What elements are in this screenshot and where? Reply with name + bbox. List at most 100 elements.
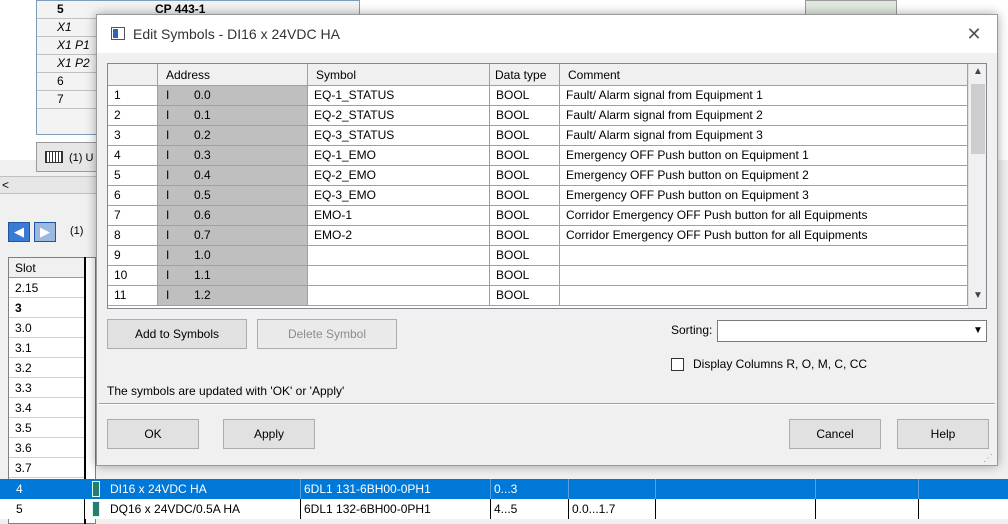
table-row[interactable]: 6 I 0.5 EQ-3_EMO BOOL Emergency OFF Push … (108, 186, 968, 206)
data-type-cell[interactable]: BOOL (490, 126, 560, 146)
add-to-symbols-button[interactable]: Add to Symbols (107, 319, 247, 349)
data-type-cell[interactable]: BOOL (490, 146, 560, 166)
table-row[interactable]: 8 I 0.7 EMO-2 BOOL Corridor Emergency OFF… (108, 226, 968, 246)
module-name: DQ16 x 24VDC/0.5A HA (110, 502, 241, 516)
table-row[interactable]: 2 I 0.1 EQ-2_STATUS BOOL Fault/ Alarm sig… (108, 106, 968, 126)
comment-cell[interactable] (560, 246, 968, 266)
display-columns-checkbox[interactable] (671, 358, 684, 371)
table-row[interactable]: 1 I 0.0 EQ-1_STATUS BOOL Fault/ Alarm sig… (108, 86, 968, 106)
cancel-button[interactable]: Cancel (789, 419, 881, 449)
resize-grip-icon[interactable]: ⋰ (983, 453, 995, 465)
slot-cell[interactable]: 3.6 (9, 438, 85, 458)
table-row[interactable]: 7 I 0.6 EMO-1 BOOL Corridor Emergency OFF… (108, 206, 968, 226)
slot-cell[interactable]: 3.5 (9, 418, 85, 438)
column-header-symbol[interactable]: Symbol (308, 64, 490, 86)
data-type-cell[interactable]: BOOL (490, 266, 560, 286)
column-header-comment[interactable]: Comment (560, 64, 968, 86)
symbol-cell[interactable]: EQ-2_EMO (308, 166, 490, 186)
module-order-number: 6DL1 132-6BH00-0PH1 (304, 502, 431, 516)
symbol-cell[interactable]: EQ-3_EMO (308, 186, 490, 206)
scroll-left-icon[interactable]: < (2, 178, 9, 192)
address-cell: I 1.2 (158, 286, 308, 306)
scroll-down-icon[interactable]: ▼ (969, 290, 986, 306)
row-number: 1 (108, 86, 158, 106)
data-type-cell[interactable]: BOOL (490, 246, 560, 266)
comment-cell[interactable]: Emergency OFF Push button on Equipment 2 (560, 166, 968, 186)
slot-column-header[interactable]: Slot (9, 258, 85, 278)
comment-cell[interactable]: Corridor Emergency OFF Push button for a… (560, 226, 968, 246)
display-columns-label[interactable]: Display Columns R, O, M, C, CC (693, 357, 867, 371)
symbol-cell[interactable]: EMO-2 (308, 226, 490, 246)
symbol-cell[interactable]: EQ-1_STATUS (308, 86, 490, 106)
symbol-cell[interactable]: EQ-1_EMO (308, 146, 490, 166)
chevron-down-icon[interactable]: ▼ (970, 321, 986, 341)
close-icon[interactable]: ✕ (959, 22, 989, 46)
slot-cell[interactable]: 3 (9, 298, 85, 318)
symbol-cell[interactable]: EQ-3_STATUS (308, 126, 490, 146)
module-row-selected[interactable]: 4 DI16 x 24VDC HA 6DL1 131-6BH00-0PH1 0.… (0, 479, 1008, 499)
symbol-cell[interactable] (308, 266, 490, 286)
comment-cell[interactable]: Fault/ Alarm signal from Equipment 3 (560, 126, 968, 146)
symbol-cell[interactable]: EQ-2_STATUS (308, 106, 490, 126)
address-cell: I 0.4 (158, 166, 308, 186)
module-name: DI16 x 24VDC HA (110, 482, 207, 496)
comment-cell[interactable]: Corridor Emergency OFF Push button for a… (560, 206, 968, 226)
slot-cell[interactable]: 3.7 (9, 458, 85, 478)
ok-button[interactable]: OK (107, 419, 199, 449)
help-button[interactable]: Help (897, 419, 989, 449)
sorting-label: Sorting: (671, 323, 713, 337)
row-number: 11 (108, 286, 158, 306)
slot-cell[interactable]: 3.3 (9, 378, 85, 398)
symbol-cell[interactable]: EMO-1 (308, 206, 490, 226)
dialog-titlebar[interactable]: Edit Symbols - DI16 x 24VDC HA ✕ (97, 15, 997, 53)
row-number: 10 (108, 266, 158, 286)
comment-cell[interactable]: Fault/ Alarm signal from Equipment 2 (560, 106, 968, 126)
forward-arrow-icon[interactable]: ▶ (34, 222, 56, 242)
horizontal-scrollbar[interactable]: < (0, 176, 100, 194)
slot-cell[interactable]: 3.4 (9, 398, 85, 418)
table-row[interactable]: 11 I 1.2 BOOL (108, 286, 968, 306)
table-row[interactable]: 5 I 0.4 EQ-2_EMO BOOL Emergency OFF Push … (108, 166, 968, 186)
vertical-scrollbar[interactable]: ▲ ▼ (968, 64, 986, 308)
table-row[interactable]: 4 I 0.3 EQ-1_EMO BOOL Emergency OFF Push … (108, 146, 968, 166)
apply-button[interactable]: Apply (223, 419, 315, 449)
row-number: 3 (108, 126, 158, 146)
row-number: 8 (108, 226, 158, 246)
address-cell: I 0.5 (158, 186, 308, 206)
data-type-cell[interactable]: BOOL (490, 286, 560, 306)
sorting-dropdown[interactable]: ▼ (717, 320, 987, 342)
table-row[interactable]: 9 I 1.0 BOOL (108, 246, 968, 266)
comment-cell[interactable] (560, 266, 968, 286)
slot-cell[interactable]: 3.2 (9, 358, 85, 378)
data-type-cell[interactable]: BOOL (490, 106, 560, 126)
back-arrow-icon[interactable]: ◀ (8, 222, 30, 242)
comment-cell[interactable]: Emergency OFF Push button on Equipment 1 (560, 146, 968, 166)
comment-cell[interactable]: Emergency OFF Push button on Equipment 3 (560, 186, 968, 206)
data-type-cell[interactable]: BOOL (490, 186, 560, 206)
table-row[interactable]: 10 I 1.1 BOOL (108, 266, 968, 286)
module-i-address: 0...3 (494, 482, 518, 496)
rack-nav-label: (1) (70, 225, 84, 237)
comment-cell[interactable] (560, 286, 968, 306)
symbol-cell[interactable] (308, 246, 490, 266)
table-row[interactable]: 3 I 0.2 EQ-3_STATUS BOOL Fault/ Alarm sig… (108, 126, 968, 146)
scrollbar-thumb[interactable] (971, 84, 985, 154)
column-header-address[interactable]: Address (158, 64, 308, 86)
rack-slot-label: X1 (57, 20, 72, 34)
column-header-row-number[interactable] (108, 64, 158, 86)
slot-cell[interactable]: 3.0 (9, 318, 85, 338)
data-type-cell[interactable]: BOOL (490, 166, 560, 186)
scroll-up-icon[interactable]: ▲ (969, 66, 986, 82)
module-row[interactable]: 5 DQ16 x 24VDC/0.5A HA 6DL1 132-6BH00-0P… (0, 499, 1008, 519)
column-header-data-type[interactable]: Data type (490, 64, 560, 86)
slot-cell[interactable]: 3.1 (9, 338, 85, 358)
slot-cell[interactable]: 2.15 (9, 278, 85, 298)
delete-symbol-button[interactable]: Delete Symbol (257, 319, 397, 349)
data-type-cell[interactable]: BOOL (490, 86, 560, 106)
rack-slot-label: 5 (57, 2, 64, 16)
comment-cell[interactable]: Fault/ Alarm signal from Equipment 1 (560, 86, 968, 106)
row-number: 6 (108, 186, 158, 206)
data-type-cell[interactable]: BOOL (490, 226, 560, 246)
symbol-cell[interactable] (308, 286, 490, 306)
data-type-cell[interactable]: BOOL (490, 206, 560, 226)
